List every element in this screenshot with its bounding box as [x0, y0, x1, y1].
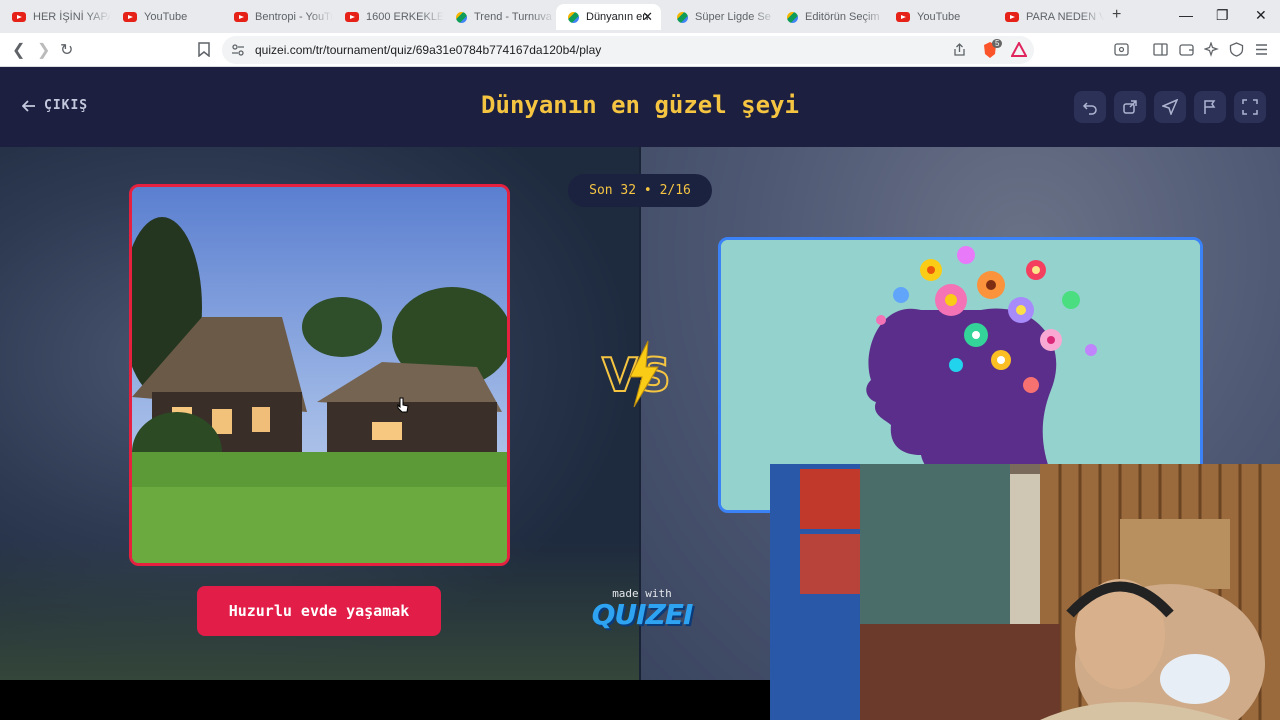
restore-icon[interactable]: ❐: [1216, 7, 1229, 24]
youtube-icon: [234, 12, 248, 22]
vs-badge: VS: [596, 339, 686, 409]
youtube-icon: [1005, 12, 1019, 22]
flag-icon: [1204, 100, 1216, 114]
tab-strip: HER İŞİNİ YAPAN YouTube Bentropi - YouTu…: [0, 0, 1280, 33]
report-button[interactable]: [1194, 91, 1226, 123]
fullscreen-icon: [1242, 99, 1258, 115]
fullscreen-button[interactable]: [1234, 91, 1266, 123]
quizei-logo: QUIZEI: [591, 598, 694, 631]
minimize-icon[interactable]: —: [1179, 7, 1193, 23]
tab-2[interactable]: YouTube: [111, 4, 222, 30]
quizei-icon: [568, 11, 579, 23]
undo-icon: [1082, 102, 1097, 115]
youtube-icon: [12, 12, 26, 22]
tab-4[interactable]: 1600 ERKEKLE B: [333, 4, 444, 30]
tab-1[interactable]: HER İŞİNİ YAPAN: [0, 4, 111, 30]
sidebar-icon[interactable]: [1153, 42, 1168, 57]
round-indicator: Son 32 • 2/16: [568, 174, 712, 207]
address-toolbar: ❮ ❯ ↻ quizei.com/tr/tournament/quiz/69a3…: [0, 33, 1280, 67]
streamer-webcam: [770, 464, 1280, 720]
browser-chrome: HER İŞİNİ YAPAN YouTube Bentropi - YouTu…: [0, 0, 1280, 67]
bookmark-icon[interactable]: [198, 42, 210, 57]
youtube-icon: [123, 12, 137, 22]
quizei-icon: [787, 11, 798, 23]
site-settings-icon[interactable]: [231, 43, 245, 57]
tab-3[interactable]: Bentropi - YouTube: [222, 4, 333, 30]
vpn-shield-icon[interactable]: [1229, 42, 1244, 57]
tab-10[interactable]: PARA NEDEN V: [993, 4, 1104, 30]
lightning-bolt-icon: VS: [601, 340, 672, 408]
undo-button[interactable]: [1074, 91, 1106, 123]
share-box-icon: [1123, 100, 1137, 114]
tab-9[interactable]: YouTube: [884, 4, 995, 30]
address-bar[interactable]: quizei.com/tr/tournament/quiz/69a31e0784…: [222, 36, 1034, 64]
screenshot-icon[interactable]: [1114, 42, 1129, 57]
quizei-icon: [677, 11, 688, 23]
quiz-header: ÇIKIŞ Dünyanın en güzel şeyi: [0, 67, 1280, 147]
quizei-icon: [456, 11, 467, 23]
forward-arrow-icon[interactable]: ❯: [37, 40, 50, 60]
tab-7[interactable]: Süper Ligde Se: [665, 4, 776, 30]
url-text: quizei.com/tr/tournament/quiz/69a31e0784…: [255, 43, 602, 57]
send-icon: [1162, 99, 1178, 115]
webcam-overlay: [770, 464, 1280, 720]
choose-left-button[interactable]: Huzurlu evde yaşamak: [197, 586, 441, 636]
reload-icon[interactable]: ↻: [60, 40, 73, 60]
shield-count-badge: 5: [992, 39, 1003, 48]
close-tab-icon[interactable]: ✕: [642, 9, 653, 25]
new-tab-icon[interactable]: +: [1112, 6, 1121, 24]
share-icon[interactable]: [952, 42, 967, 57]
share-button[interactable]: [1114, 91, 1146, 123]
made-with-quizei[interactable]: made with QUIZEI: [590, 587, 694, 630]
back-arrow-icon[interactable]: ❮: [12, 40, 25, 60]
tab-active[interactable]: Dünyanın en ✕: [556, 4, 661, 30]
leo-ai-icon[interactable]: [1204, 42, 1219, 57]
wallet-icon[interactable]: [1179, 42, 1194, 57]
youtube-icon: [345, 12, 359, 22]
left-choice-card[interactable]: [129, 184, 510, 566]
tab-8[interactable]: Editörün Seçim: [775, 4, 886, 30]
brave-rewards-icon[interactable]: [1011, 42, 1027, 57]
menu-icon[interactable]: [1254, 42, 1269, 57]
youtube-icon: [896, 12, 910, 22]
window-close-icon[interactable]: ✕: [1255, 7, 1267, 24]
send-button[interactable]: [1154, 91, 1186, 123]
hand-cursor-icon: [397, 397, 409, 413]
tab-5[interactable]: Trend - Turnuva: [444, 4, 555, 30]
house-photo: [132, 187, 507, 563]
